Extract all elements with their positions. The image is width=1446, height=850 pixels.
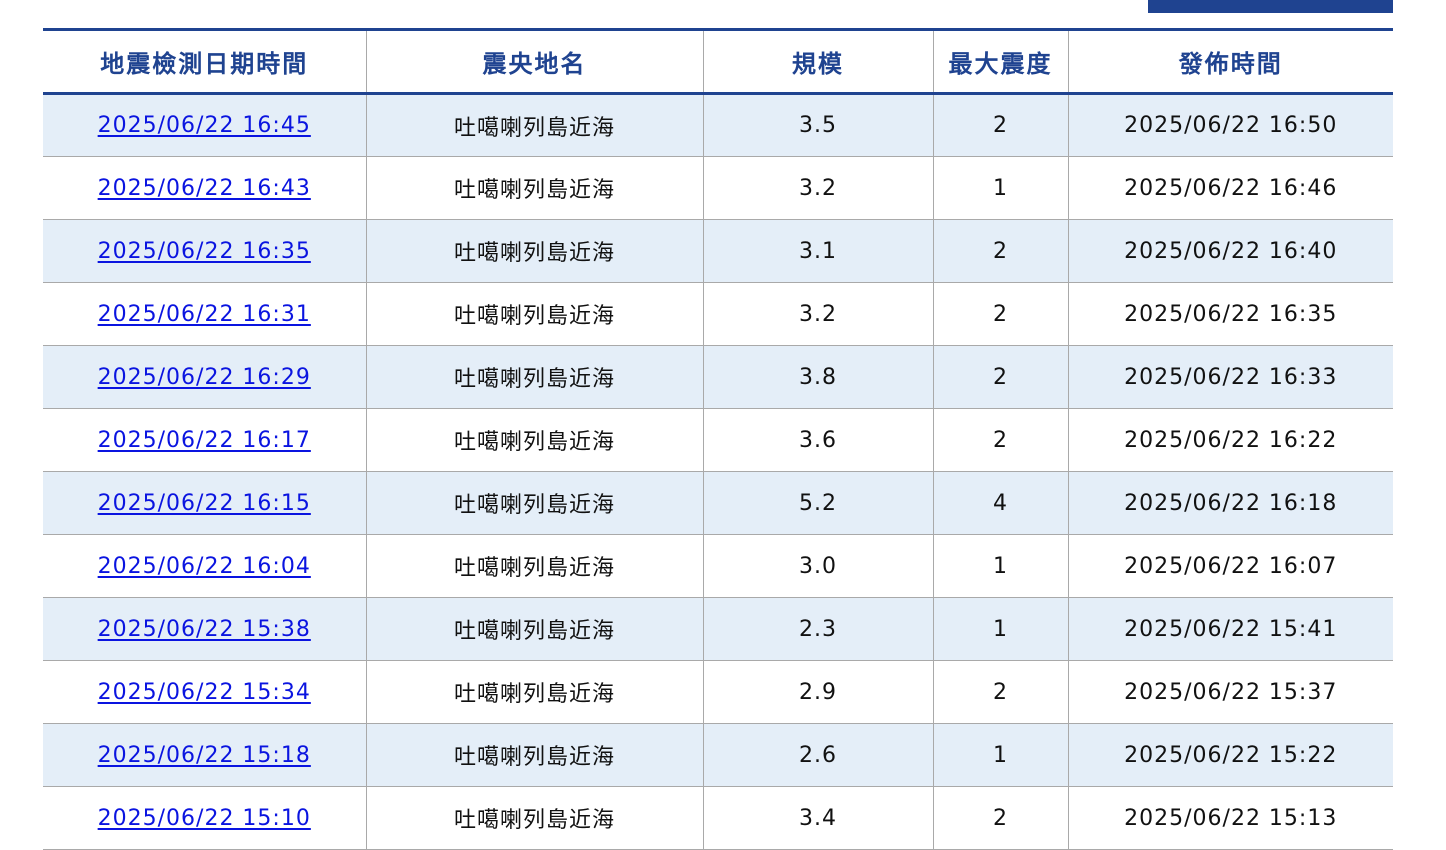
cell-magnitude: 2.6 bbox=[702, 723, 933, 787]
cell-publish-time: 2025/06/22 16:18 bbox=[1067, 471, 1393, 535]
cell-location: 吐噶喇列島近海 bbox=[365, 156, 703, 220]
table-row: 2025/06/22 16:45 吐噶喇列島近海 3.5 2 2025/06/22 16… bbox=[43, 93, 1393, 157]
cell-location: 吐噶喇列島近海 bbox=[365, 723, 703, 787]
cell-location: 吐噶喇列島近海 bbox=[365, 408, 703, 472]
cell-magnitude: 3.4 bbox=[702, 786, 933, 850]
cell-detect-time: 2025/06/22 16:29 bbox=[43, 345, 366, 409]
cell-max-intensity: 2 bbox=[932, 219, 1068, 283]
cell-max-intensity: 2 bbox=[932, 282, 1068, 346]
cell-detect-time: 2025/06/22 16:04 bbox=[43, 534, 366, 598]
detect-time-link[interactable]: 2025/06/22 15:34 bbox=[98, 680, 311, 705]
cell-publish-time: 2025/06/22 15:41 bbox=[1067, 597, 1393, 661]
table-row: 2025/06/22 15:10 吐噶喇列島近海 3.4 2 2025/06/22 15… bbox=[43, 786, 1393, 850]
cell-magnitude: 3.1 bbox=[702, 219, 933, 283]
cell-magnitude: 2.9 bbox=[702, 660, 933, 724]
cell-magnitude: 2.3 bbox=[702, 597, 933, 661]
earthquake-table-container: 地震檢測日期時間 震央地名 規模 最大震度 發佈時間 2025/06/22 16… bbox=[43, 28, 1393, 850]
detect-time-link[interactable]: 2025/06/22 16:43 bbox=[98, 176, 311, 201]
cell-location: 吐噶喇列島近海 bbox=[365, 597, 703, 661]
cell-location: 吐噶喇列島近海 bbox=[365, 282, 703, 346]
cell-max-intensity: 1 bbox=[932, 597, 1068, 661]
cell-publish-time: 2025/06/22 16:40 bbox=[1067, 219, 1393, 283]
table-row: 2025/06/22 15:34 吐噶喇列島近海 2.9 2 2025/06/22 15… bbox=[43, 660, 1393, 724]
cell-detect-time: 2025/06/22 16:17 bbox=[43, 408, 366, 472]
top-accent-bar bbox=[1148, 0, 1393, 13]
cell-location: 吐噶喇列島近海 bbox=[365, 786, 703, 850]
detect-time-link[interactable]: 2025/06/22 16:15 bbox=[98, 491, 311, 516]
table-row: 2025/06/22 16:17 吐噶喇列島近海 3.6 2 2025/06/22 16… bbox=[43, 408, 1393, 472]
table-row: 2025/06/22 16:29 吐噶喇列島近海 3.8 2 2025/06/22 16… bbox=[43, 345, 1393, 409]
cell-max-intensity: 4 bbox=[932, 471, 1068, 535]
cell-detect-time: 2025/06/22 16:31 bbox=[43, 282, 366, 346]
cell-publish-time: 2025/06/22 16:22 bbox=[1067, 408, 1393, 472]
detect-time-link[interactable]: 2025/06/22 16:17 bbox=[98, 428, 311, 453]
cell-publish-time: 2025/06/22 15:37 bbox=[1067, 660, 1393, 724]
cell-max-intensity: 2 bbox=[932, 408, 1068, 472]
cell-max-intensity: 2 bbox=[932, 93, 1068, 157]
cell-detect-time: 2025/06/22 16:45 bbox=[43, 93, 366, 157]
cell-magnitude: 3.2 bbox=[702, 282, 933, 346]
cell-max-intensity: 2 bbox=[932, 660, 1068, 724]
detect-time-link[interactable]: 2025/06/22 16:45 bbox=[98, 113, 311, 138]
header-location: 震央地名 bbox=[365, 28, 703, 95]
table-row: 2025/06/22 15:38 吐噶喇列島近海 2.3 1 2025/06/22 15… bbox=[43, 597, 1393, 661]
cell-location: 吐噶喇列島近海 bbox=[365, 93, 703, 157]
cell-detect-time: 2025/06/22 16:15 bbox=[43, 471, 366, 535]
cell-magnitude: 3.8 bbox=[702, 345, 933, 409]
cell-max-intensity: 2 bbox=[932, 786, 1068, 850]
cell-max-intensity: 1 bbox=[932, 534, 1068, 598]
cell-detect-time: 2025/06/22 16:43 bbox=[43, 156, 366, 220]
detect-time-link[interactable]: 2025/06/22 16:35 bbox=[98, 239, 311, 264]
cell-location: 吐噶喇列島近海 bbox=[365, 345, 703, 409]
header-max-intensity: 最大震度 bbox=[932, 28, 1068, 95]
table-row: 2025/06/22 16:43 吐噶喇列島近海 3.2 1 2025/06/22 16… bbox=[43, 156, 1393, 220]
cell-detect-time: 2025/06/22 15:38 bbox=[43, 597, 366, 661]
cell-location: 吐噶喇列島近海 bbox=[365, 534, 703, 598]
header-detect-time: 地震檢測日期時間 bbox=[43, 28, 366, 95]
cell-publish-time: 2025/06/22 16:35 bbox=[1067, 282, 1393, 346]
cell-detect-time: 2025/06/22 15:18 bbox=[43, 723, 366, 787]
cell-max-intensity: 2 bbox=[932, 345, 1068, 409]
detect-time-link[interactable]: 2025/06/22 15:18 bbox=[98, 743, 311, 768]
cell-publish-time: 2025/06/22 16:07 bbox=[1067, 534, 1393, 598]
table-row: 2025/06/22 16:31 吐噶喇列島近海 3.2 2 2025/06/22 16… bbox=[43, 282, 1393, 346]
cell-detect-time: 2025/06/22 16:35 bbox=[43, 219, 366, 283]
cell-magnitude: 3.6 bbox=[702, 408, 933, 472]
cell-publish-time: 2025/06/22 16:50 bbox=[1067, 93, 1393, 157]
cell-magnitude: 3.5 bbox=[702, 93, 933, 157]
detect-time-link[interactable]: 2025/06/22 16:29 bbox=[98, 365, 311, 390]
detect-time-link[interactable]: 2025/06/22 15:10 bbox=[98, 806, 311, 831]
cell-location: 吐噶喇列島近海 bbox=[365, 660, 703, 724]
cell-magnitude: 3.2 bbox=[702, 156, 933, 220]
detect-time-link[interactable]: 2025/06/22 16:31 bbox=[98, 302, 311, 327]
cell-publish-time: 2025/06/22 16:33 bbox=[1067, 345, 1393, 409]
cell-publish-time: 2025/06/22 15:22 bbox=[1067, 723, 1393, 787]
table-header-row: 地震檢測日期時間 震央地名 規模 最大震度 發佈時間 bbox=[43, 28, 1393, 95]
detect-time-link[interactable]: 2025/06/22 16:04 bbox=[98, 554, 311, 579]
table-row: 2025/06/22 15:18 吐噶喇列島近海 2.6 1 2025/06/22 15… bbox=[43, 723, 1393, 787]
cell-max-intensity: 1 bbox=[932, 156, 1068, 220]
table-row: 2025/06/22 16:15 吐噶喇列島近海 5.2 4 2025/06/22 16… bbox=[43, 471, 1393, 535]
cell-max-intensity: 1 bbox=[932, 723, 1068, 787]
cell-magnitude: 3.0 bbox=[702, 534, 933, 598]
detect-time-link[interactable]: 2025/06/22 15:38 bbox=[98, 617, 311, 642]
table-row: 2025/06/22 16:35 吐噶喇列島近海 3.1 2 2025/06/22 16… bbox=[43, 219, 1393, 283]
cell-publish-time: 2025/06/22 16:46 bbox=[1067, 156, 1393, 220]
header-publish-time: 發佈時間 bbox=[1067, 28, 1393, 95]
table-body: 2025/06/22 16:45 吐噶喇列島近海 3.5 2 2025/06/22 16… bbox=[43, 93, 1393, 850]
cell-detect-time: 2025/06/22 15:10 bbox=[43, 786, 366, 850]
cell-location: 吐噶喇列島近海 bbox=[365, 219, 703, 283]
cell-location: 吐噶喇列島近海 bbox=[365, 471, 703, 535]
header-magnitude: 規模 bbox=[702, 28, 933, 95]
cell-magnitude: 5.2 bbox=[702, 471, 933, 535]
table-row: 2025/06/22 16:04 吐噶喇列島近海 3.0 1 2025/06/22 16… bbox=[43, 534, 1393, 598]
cell-publish-time: 2025/06/22 15:13 bbox=[1067, 786, 1393, 850]
earthquake-table: 地震檢測日期時間 震央地名 規模 最大震度 發佈時間 2025/06/22 16… bbox=[43, 28, 1393, 850]
cell-detect-time: 2025/06/22 15:34 bbox=[43, 660, 366, 724]
